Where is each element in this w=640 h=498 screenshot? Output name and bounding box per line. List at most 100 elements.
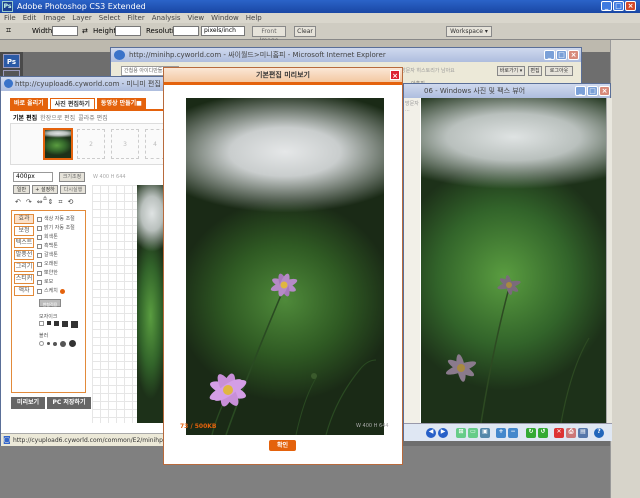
blur-large-icon[interactable] (60, 340, 66, 347)
flip-horizontal-icon[interactable]: ⇔ (37, 198, 43, 207)
effect-item[interactable]: 오래된 (37, 260, 85, 269)
edit-button[interactable]: 편집 (528, 66, 542, 76)
thumbnail-slot-2[interactable]: 2 (77, 129, 105, 159)
side-tab-draw[interactable]: 그리기 (14, 262, 34, 272)
side-tab-effect[interactable]: 효과 (14, 214, 34, 224)
canvas-area[interactable] (92, 185, 167, 423)
workspace-button[interactable]: Workspace ▾ (446, 26, 492, 37)
thumbnail-slot-4[interactable]: 4 (145, 129, 165, 159)
checkbox[interactable] (37, 235, 42, 240)
checkbox[interactable] (37, 226, 42, 231)
effect-item[interactable]: 로모 (37, 278, 85, 287)
side-tab-sticker[interactable]: 스티커 (14, 274, 34, 284)
checkbox[interactable] (37, 262, 42, 267)
help-icon[interactable]: ? (594, 428, 604, 438)
menu-filter[interactable]: Filter (127, 13, 144, 23)
effect-item[interactable]: 색상 자동 조절 (37, 215, 85, 224)
apply-effect-button[interactable]: 변형적용 (39, 299, 61, 307)
menu-select[interactable]: Select (99, 13, 121, 23)
maximize-button[interactable]: □ (613, 1, 624, 11)
ie-main-close-button[interactable]: × (568, 50, 579, 60)
blur-radio[interactable] (39, 341, 44, 346)
mosaic-small-icon[interactable] (47, 321, 51, 325)
normal-button[interactable]: 일반 (13, 185, 30, 194)
thumbnail-slot-3[interactable]: 3 (111, 129, 139, 159)
checkbox[interactable] (37, 253, 42, 258)
ie-main-minimize-button[interactable]: _ (544, 50, 555, 60)
subtab-single-sheet[interactable]: 한장으로 편집 (40, 113, 75, 122)
front-image-button[interactable]: Front Image (252, 26, 286, 44)
crop-icon[interactable]: ⌗ (6, 26, 11, 36)
ps-logo-tool-icon[interactable]: Ps (3, 54, 20, 68)
confirm-button[interactable]: 확인 (269, 440, 296, 451)
height-field[interactable] (115, 26, 141, 36)
thumbnail-selected[interactable] (43, 128, 73, 160)
save-icon[interactable]: ▤ (578, 428, 588, 438)
viewer-scrollbar[interactable] (606, 98, 612, 423)
swap-icon[interactable]: ⇄ (82, 27, 88, 35)
menu-view[interactable]: View (188, 13, 205, 23)
checkbox[interactable] (37, 244, 42, 249)
menu-layer[interactable]: Layer (72, 13, 92, 23)
mosaic-large-icon[interactable] (62, 321, 68, 327)
set-button[interactable]: + 설정하소 (32, 185, 58, 202)
previous-icon[interactable]: ◀ (426, 428, 436, 438)
menu-analysis[interactable]: Analysis (152, 13, 181, 23)
rotate-ccw-icon[interactable]: ↺ (538, 428, 548, 438)
effect-item[interactable]: 회색톤 (37, 233, 85, 242)
zoom-out-icon[interactable]: − (508, 428, 518, 438)
side-tab-text[interactable]: 텍스트 (14, 238, 34, 248)
checkbox[interactable] (37, 271, 42, 276)
mosaic-radio[interactable] (39, 321, 44, 326)
blur-small-icon[interactable] (47, 342, 50, 345)
rotate-right-icon[interactable]: ↷ (26, 198, 32, 207)
save-to-pc-button[interactable]: PC 저장하기 (47, 397, 91, 409)
delete-icon[interactable]: ✕ (554, 428, 564, 438)
print-icon[interactable]: ⎙ (566, 428, 576, 438)
preview-close-button[interactable]: × (390, 70, 400, 80)
clear-button[interactable]: Clear (294, 26, 316, 37)
logout-button[interactable]: 로그아웃 (545, 66, 573, 76)
resize-button[interactable]: 크기조정 (59, 172, 85, 182)
mosaic-medium-icon[interactable] (54, 321, 59, 326)
viewer-close-button[interactable]: × (599, 86, 610, 96)
viewer-maximize-button[interactable]: □ (587, 86, 598, 96)
blur-xlarge-icon[interactable] (69, 340, 76, 347)
redo-button[interactable]: 다시실행 (60, 185, 86, 194)
checkbox[interactable] (37, 289, 42, 294)
checkbox[interactable] (37, 217, 42, 222)
flip-vertical-icon[interactable]: ⇕ (48, 198, 54, 207)
tab-make-video[interactable]: 동영상 만들기■ (96, 98, 146, 109)
preview-button[interactable]: 미리보기 (11, 397, 45, 409)
next-icon[interactable]: ▶ (438, 428, 448, 438)
ie-main-maximize-button[interactable]: □ (556, 50, 567, 60)
blur-medium-icon[interactable] (53, 341, 57, 346)
effect-item[interactable]: 밝기 자동 조절 (37, 224, 85, 233)
menu-image[interactable]: Image (43, 13, 65, 23)
menu-edit[interactable]: Edit (23, 13, 37, 23)
undo-icon[interactable]: ⟲ (67, 198, 73, 207)
width-field[interactable] (52, 26, 78, 36)
mosaic-xlarge-icon[interactable] (71, 321, 78, 328)
effect-item[interactable]: 뽀얀한 (37, 269, 85, 278)
actual-size-icon[interactable]: ▭ (468, 428, 478, 438)
tab-visitor-history[interactable]: 방문자 히스토리가 남아요 (401, 66, 489, 76)
checkbox[interactable] (37, 280, 42, 285)
effect-item[interactable]: 흑백톤 (37, 242, 85, 251)
tab-photo-edit[interactable]: 사진 편집하기 (49, 98, 95, 109)
shortcut-button[interactable]: 바로가기 ▾ (497, 66, 525, 76)
subtab-collage[interactable]: 콜라쥬 편집 (78, 113, 108, 122)
viewer-minimize-button[interactable]: _ (575, 86, 586, 96)
side-tab-balloon[interactable]: 말풍선 (14, 250, 34, 260)
zoom-in-icon[interactable]: + (496, 428, 506, 438)
effect-item[interactable]: 스케치 (37, 287, 85, 296)
size-select[interactable]: 400px (13, 172, 53, 182)
crop-tool-icon[interactable]: ⌗ (59, 198, 63, 207)
slideshow-icon[interactable]: ▣ (480, 428, 490, 438)
side-tab-frame[interactable]: 액자 (14, 286, 34, 296)
minimize-button[interactable]: _ (601, 1, 612, 11)
menu-help[interactable]: Help (246, 13, 262, 23)
menu-file[interactable]: File (4, 13, 16, 23)
effect-item[interactable]: 갈색톤 (37, 251, 85, 260)
rotate-cw-icon[interactable]: ↻ (526, 428, 536, 438)
